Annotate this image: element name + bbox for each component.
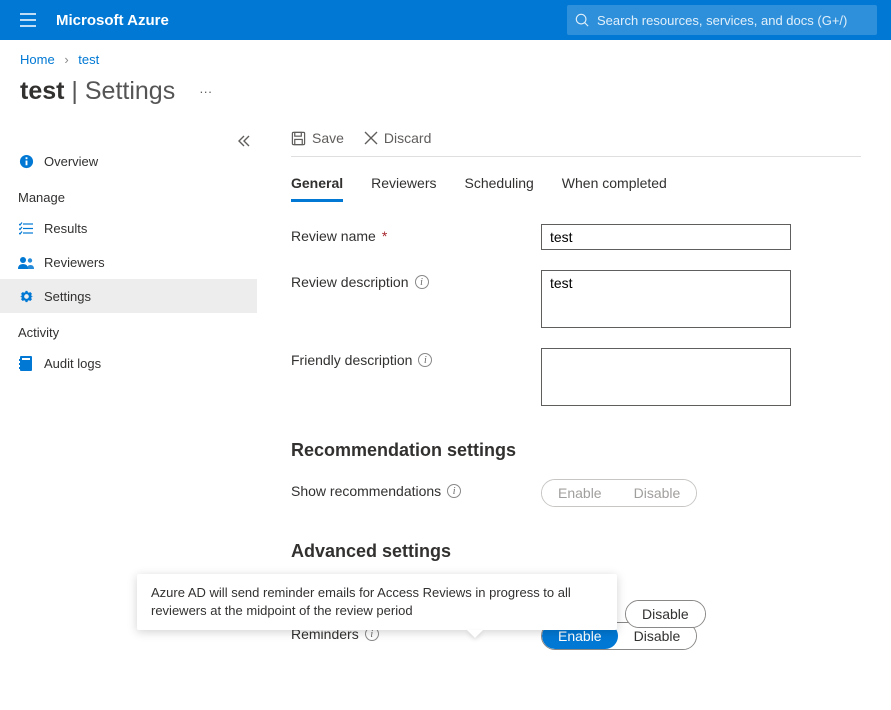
sidebar-item-label: Reviewers	[44, 255, 105, 270]
search-input[interactable]	[597, 13, 869, 28]
tabs: General Reviewers Scheduling When comple…	[291, 175, 861, 202]
required-indicator: *	[382, 228, 387, 244]
partially-visible-toggle[interactable]: Disable	[625, 600, 706, 628]
info-icon[interactable]: i	[415, 275, 429, 289]
info-icon	[18, 154, 34, 169]
toggle-enable: Enable	[542, 480, 618, 506]
review-description-input[interactable]: test	[541, 270, 791, 328]
people-icon	[18, 256, 34, 269]
top-bar: Microsoft Azure	[0, 0, 891, 40]
sidebar-group-activity: Activity	[14, 313, 261, 346]
info-icon[interactable]: i	[447, 484, 461, 498]
gear-icon	[18, 289, 34, 304]
info-icon[interactable]: i	[418, 353, 432, 367]
sidebar: Overview Manage Results Reviewers Settin…	[0, 122, 261, 400]
friendly-description-label: Friendly description	[291, 352, 412, 368]
sidebar-item-overview[interactable]: Overview	[14, 144, 261, 178]
list-icon	[18, 222, 34, 235]
breadcrumb-home[interactable]: Home	[20, 52, 55, 67]
sidebar-group-manage: Manage	[14, 178, 261, 211]
sidebar-item-reviewers[interactable]: Reviewers	[14, 245, 261, 279]
save-icon	[291, 131, 306, 146]
field-review-description: Review description i test	[291, 270, 861, 328]
sidebar-item-audit-logs[interactable]: Audit logs	[14, 346, 261, 380]
content-pane: Save Discard General Reviewers Schedulin…	[261, 122, 891, 710]
sidebar-item-settings[interactable]: Settings	[0, 279, 257, 313]
sidebar-item-label: Audit logs	[44, 356, 101, 371]
more-actions-button[interactable]: ···	[199, 84, 212, 99]
global-search[interactable]	[567, 5, 877, 35]
show-recommendations-toggle: Enable Disable	[541, 479, 697, 507]
brand-label: Microsoft Azure	[56, 12, 169, 29]
collapse-sidebar-button[interactable]	[237, 134, 251, 151]
save-button[interactable]: Save	[291, 130, 344, 146]
friendly-description-input[interactable]	[541, 348, 791, 406]
tab-scheduling[interactable]: Scheduling	[465, 175, 534, 202]
hamburger-icon	[20, 13, 36, 27]
review-name-label: Review name	[291, 228, 376, 244]
chevron-double-left-icon	[237, 134, 251, 148]
tab-when-completed[interactable]: When completed	[562, 175, 667, 202]
sidebar-item-label: Settings	[44, 289, 91, 304]
toggle-disable: Disable	[618, 480, 697, 506]
close-icon	[364, 131, 378, 145]
command-bar: Save Discard	[291, 130, 861, 157]
sidebar-item-results[interactable]: Results	[14, 211, 261, 245]
page-title-row: test | Settings ···	[0, 73, 891, 122]
sidebar-item-label: Results	[44, 221, 87, 236]
section-recommendation-settings: Recommendation settings	[291, 440, 861, 461]
field-friendly-description: Friendly description i	[291, 348, 861, 406]
chevron-right-icon: ›	[64, 52, 68, 67]
toggle-disable[interactable]: Disable	[626, 601, 705, 627]
reminders-tooltip: Azure AD will send reminder emails for A…	[137, 574, 617, 630]
review-description-label: Review description	[291, 274, 409, 290]
breadcrumb-current[interactable]: test	[78, 52, 99, 67]
show-recommendations-label: Show recommendations	[291, 483, 441, 499]
tooltip-text: Azure AD will send reminder emails for A…	[151, 585, 571, 618]
save-label: Save	[312, 130, 344, 146]
page-title-resource: test	[20, 77, 64, 105]
journal-icon	[18, 356, 34, 371]
page-title: test | Settings	[20, 77, 175, 106]
discard-button[interactable]: Discard	[364, 130, 431, 146]
menu-toggle-button[interactable]	[8, 13, 48, 27]
review-name-input[interactable]	[541, 224, 791, 250]
section-advanced-settings: Advanced settings	[291, 541, 861, 562]
tab-reviewers[interactable]: Reviewers	[371, 175, 436, 202]
field-review-name: Review name *	[291, 224, 861, 250]
tab-general[interactable]: General	[291, 175, 343, 202]
discard-label: Discard	[384, 130, 431, 146]
page-title-section: Settings	[85, 77, 175, 105]
search-icon	[575, 13, 589, 27]
sidebar-item-label: Overview	[44, 154, 98, 169]
field-show-recommendations: Show recommendations i Enable Disable	[291, 479, 861, 507]
breadcrumb: Home › test	[0, 40, 891, 73]
